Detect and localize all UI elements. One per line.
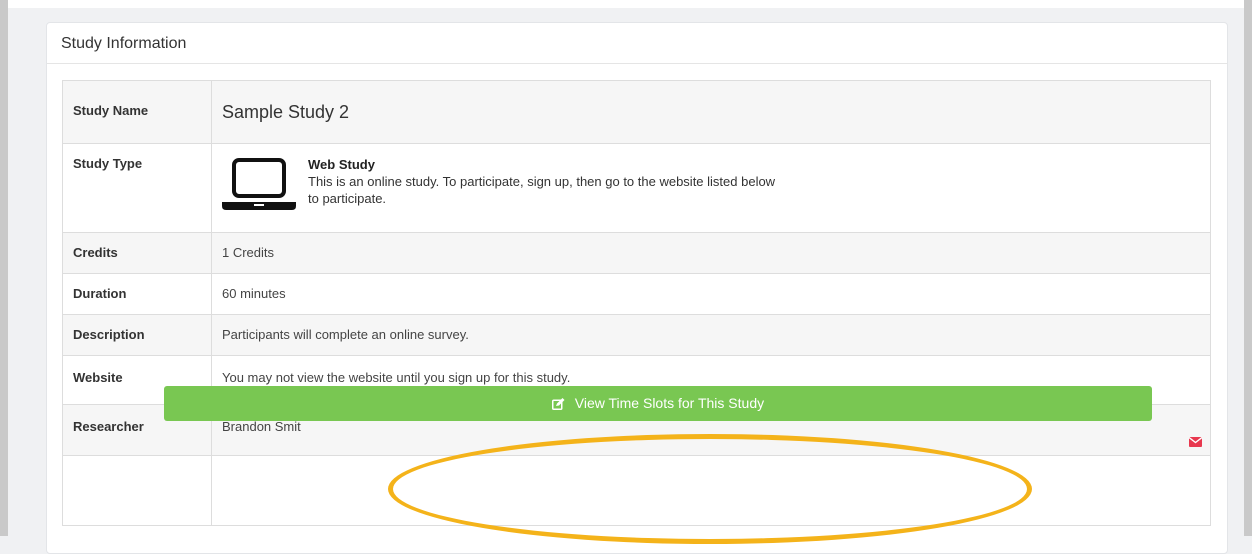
study-information-panel: Study Information Study Name Sample Stud… xyxy=(46,22,1228,554)
value-study-name: Sample Study 2 xyxy=(211,80,1211,144)
label-credits: Credits xyxy=(62,232,212,274)
row-description: Description Participants will complete a… xyxy=(62,314,1211,356)
row-duration: Duration 60 minutes xyxy=(62,273,1211,315)
right-gutter xyxy=(1244,0,1252,536)
top-strip xyxy=(8,0,1244,8)
value-duration: 60 minutes xyxy=(211,273,1211,315)
envelope-icon[interactable] xyxy=(1188,421,1203,465)
view-time-slots-label: View Time Slots for This Study xyxy=(574,395,765,411)
row-study-name: Study Name Sample Study 2 xyxy=(62,80,1211,144)
value-study-type: Web Study This is an online study. To pa… xyxy=(211,143,1211,233)
edit-icon xyxy=(551,395,575,411)
study-name: Sample Study 2 xyxy=(222,102,350,122)
study-info-table: Study Name Sample Study 2 Study Type Web… xyxy=(62,80,1211,526)
actions-label-cell xyxy=(62,455,212,526)
panel-title: Study Information xyxy=(47,23,1227,64)
row-actions xyxy=(62,455,1211,526)
view-time-slots-button[interactable]: View Time Slots for This Study xyxy=(164,386,1152,421)
researcher-name: Brandon Smit xyxy=(222,419,301,434)
value-description: Participants will complete an online sur… xyxy=(211,314,1211,356)
study-type-description: This is an online study. To participate,… xyxy=(308,174,776,206)
label-description: Description xyxy=(62,314,212,356)
left-gutter xyxy=(0,0,8,536)
label-duration: Duration xyxy=(62,273,212,315)
label-study-name: Study Name xyxy=(62,80,212,144)
value-credits: 1 Credits xyxy=(211,232,1211,274)
row-study-type: Study Type Web Study This is an online s… xyxy=(62,143,1211,233)
study-type-title: Web Study xyxy=(308,157,375,172)
actions-value-cell xyxy=(211,455,1211,526)
row-credits: Credits 1 Credits xyxy=(62,232,1211,274)
label-study-type: Study Type xyxy=(62,143,212,233)
laptop-icon xyxy=(222,158,296,228)
